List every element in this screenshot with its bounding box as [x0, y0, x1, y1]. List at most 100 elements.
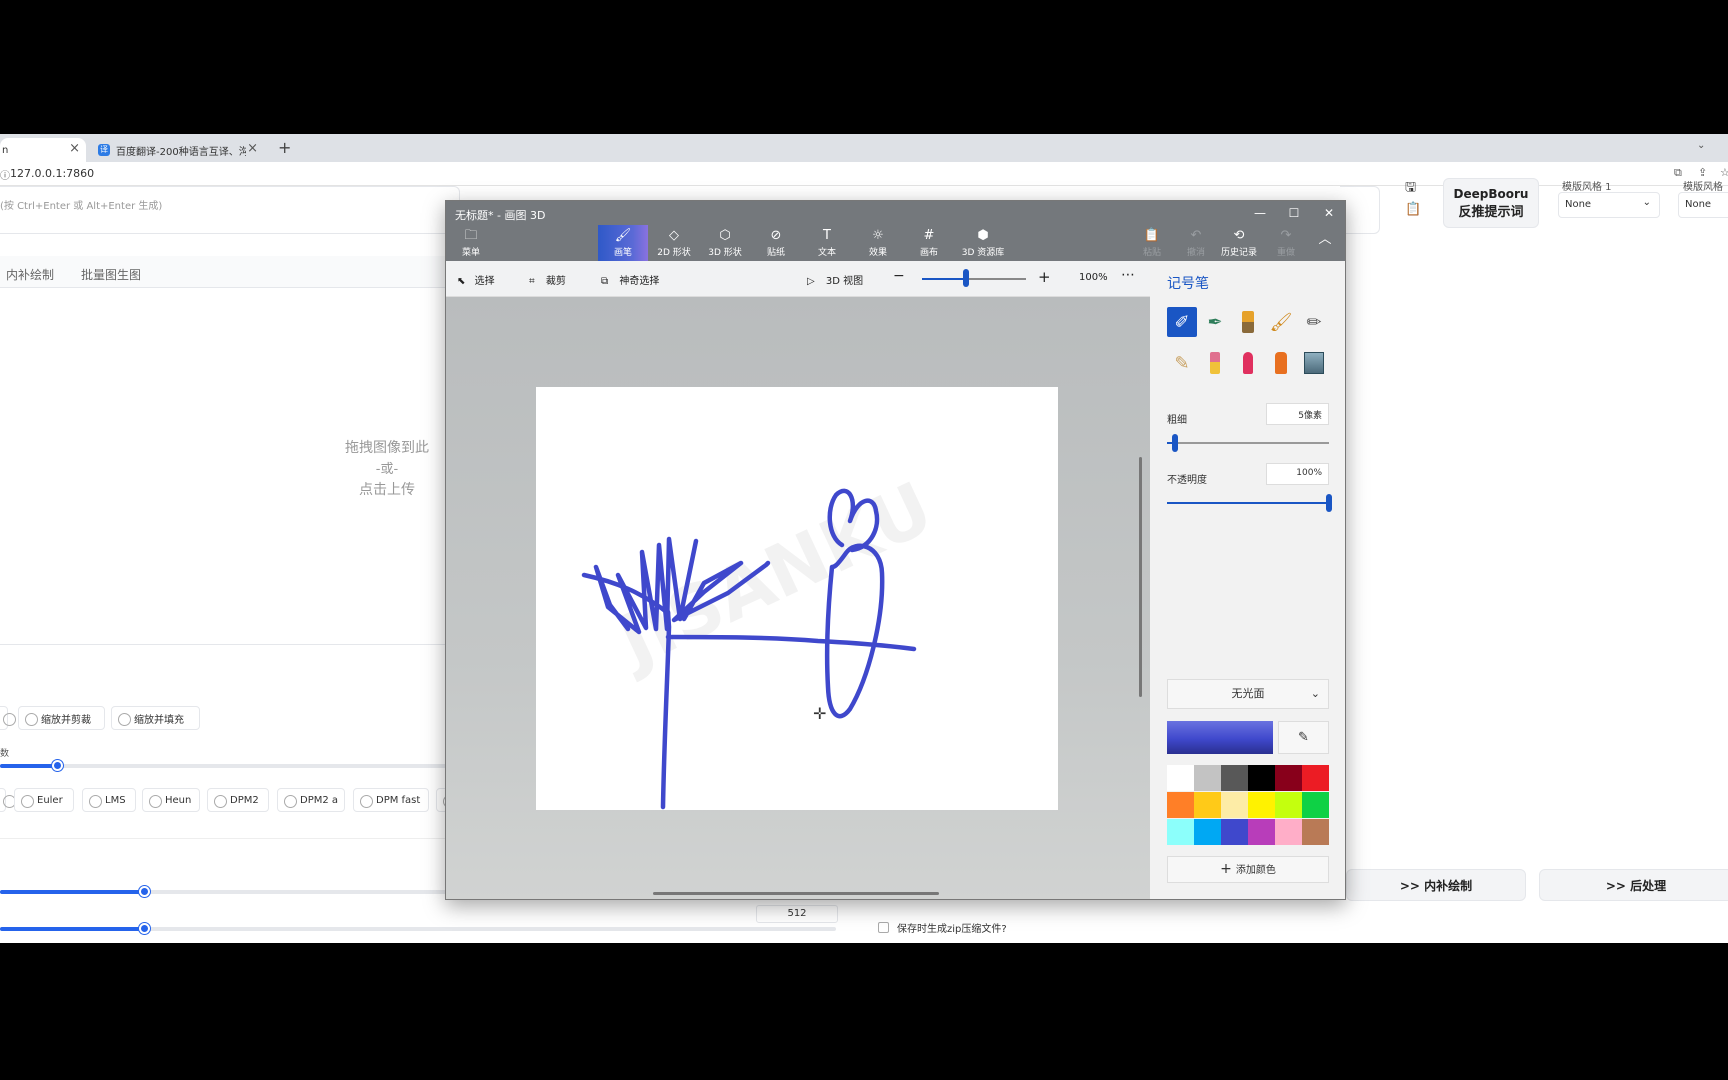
- height-value-input[interactable]: 512: [756, 905, 838, 923]
- image-upload-area[interactable]: 拖拽图像到此 -或- 点击上传: [0, 290, 460, 645]
- steps-slider-track[interactable]: [0, 764, 460, 768]
- resize-mode-crop[interactable]: 缩放并剪裁: [18, 706, 105, 730]
- marker-brush[interactable]: ✐: [1167, 307, 1197, 337]
- ribbon-tool-2d-shapes[interactable]: ◇ 2D 形状: [649, 225, 699, 261]
- color-swatch[interactable]: [1248, 765, 1275, 791]
- drawing-canvas[interactable]: JISANKU ✛: [536, 387, 1058, 810]
- ribbon-tool-3d-library[interactable]: ⬢ 3D 资源库: [955, 225, 1011, 261]
- fill-bucket-brush[interactable]: [1299, 348, 1329, 378]
- close-tab-icon[interactable]: ×: [69, 141, 80, 156]
- tab-inpaint[interactable]: 内补绘制: [6, 266, 54, 283]
- paste-button[interactable]: 📋 粘贴: [1130, 225, 1174, 261]
- maximize-icon[interactable]: ☐: [1279, 203, 1309, 223]
- close-tab-icon[interactable]: ×: [247, 141, 258, 156]
- zoom-in-icon[interactable]: +: [1038, 268, 1051, 286]
- color-swatch[interactable]: [1221, 792, 1248, 818]
- more-options-icon[interactable]: ⋯: [1121, 267, 1135, 283]
- vertical-scrollbar[interactable]: [1139, 457, 1142, 697]
- sampler-lms[interactable]: LMS: [82, 788, 136, 812]
- eraser-brush[interactable]: [1200, 348, 1230, 378]
- save-icon[interactable]: 🖫: [1405, 178, 1416, 200]
- redo-button[interactable]: ↷ 重做: [1264, 225, 1308, 261]
- sampler-dpm2[interactable]: DPM2: [207, 788, 269, 812]
- color-swatch[interactable]: [1302, 819, 1329, 845]
- steps-slider-knob[interactable]: [52, 760, 63, 771]
- thickness-slider-knob[interactable]: [1172, 434, 1178, 452]
- color-swatch[interactable]: [1275, 819, 1302, 845]
- 3d-view-toggle[interactable]: ▷ 3D 视图: [807, 272, 863, 287]
- color-swatch[interactable]: [1275, 765, 1302, 791]
- negative-prompt-input[interactable]: [1340, 186, 1380, 234]
- highlighter-brush[interactable]: [1233, 348, 1263, 378]
- undo-button[interactable]: ↶ 撤消: [1174, 225, 1218, 261]
- send-to-inpaint-button[interactable]: >> 内补绘制: [1346, 869, 1526, 901]
- horizontal-scrollbar[interactable]: [653, 892, 939, 895]
- select-tool[interactable]: ⬉ 选择: [457, 272, 495, 287]
- prompt-input[interactable]: (按 Ctrl+Enter 或 Alt+Enter 生成): [0, 186, 460, 234]
- ribbon-tool-text[interactable]: T 文本: [802, 225, 852, 261]
- thickness-input[interactable]: 5像素: [1266, 403, 1329, 425]
- style1-select[interactable]: None ⌄: [1558, 192, 1660, 218]
- eyedropper-button[interactable]: ✎: [1278, 721, 1329, 754]
- clipboard-icon[interactable]: 📋: [1405, 202, 1421, 217]
- pencil-brush[interactable]: ✏: [1299, 307, 1329, 337]
- info-icon[interactable]: ⓘ: [0, 167, 10, 182]
- crayon-brush[interactable]: ✎: [1167, 348, 1197, 378]
- ribbon-tool-effects[interactable]: ☼ 效果: [853, 225, 903, 261]
- color-swatch[interactable]: [1194, 819, 1221, 845]
- browser-tab-baidu[interactable]: 译 百度翻译-200种语言互译、沟通 ×: [92, 138, 264, 162]
- color-swatch[interactable]: [1221, 765, 1248, 791]
- add-color-button[interactable]: + 添加颜色: [1167, 856, 1329, 883]
- color-swatch[interactable]: [1167, 765, 1194, 791]
- sampler-euler[interactable]: Euler: [14, 788, 74, 812]
- color-swatch[interactable]: [1167, 792, 1194, 818]
- thickness-slider-track[interactable]: [1167, 442, 1329, 444]
- send-to-extras-button[interactable]: >> 后处理: [1539, 869, 1728, 901]
- ribbon-tool-3d-shapes[interactable]: ⬡ 3D 形状: [700, 225, 750, 261]
- sampler-dpm-fast[interactable]: DPM fast: [353, 788, 429, 812]
- color-swatch[interactable]: [1167, 819, 1194, 845]
- finish-select[interactable]: 无光面 ⌄: [1167, 679, 1329, 709]
- color-swatch[interactable]: [1194, 792, 1221, 818]
- color-swatch[interactable]: [1248, 792, 1275, 818]
- oil-brush[interactable]: [1233, 307, 1263, 337]
- minimize-icon[interactable]: —: [1245, 203, 1275, 223]
- width-slider-knob[interactable]: [139, 886, 150, 897]
- calligraphy-pen-brush[interactable]: ✒: [1200, 307, 1230, 337]
- deepbooru-button[interactable]: DeepBooru 反推提示词: [1443, 178, 1539, 228]
- resize-mode-radio[interactable]: [0, 706, 16, 730]
- watercolor-brush[interactable]: 🖌: [1266, 307, 1296, 337]
- zoom-out-icon[interactable]: −: [893, 268, 905, 284]
- resize-mode-fill[interactable]: 缩放并填充: [111, 706, 200, 730]
- sampler-heun[interactable]: Heun: [142, 788, 200, 812]
- history-button[interactable]: ⟲ 历史记录: [1213, 225, 1265, 261]
- zip-checkbox[interactable]: [878, 922, 889, 933]
- zoom-slider-knob[interactable]: [963, 269, 969, 287]
- height-slider-knob[interactable]: [139, 923, 150, 934]
- color-swatch[interactable]: [1275, 792, 1302, 818]
- current-color[interactable]: [1167, 721, 1273, 754]
- magic-select-tool[interactable]: ⧉ 神奇选择: [601, 272, 659, 287]
- opacity-input[interactable]: 100%: [1266, 463, 1329, 485]
- browser-tab-active[interactable]: n ×: [0, 138, 86, 162]
- ribbon-tool-stickers[interactable]: ⊘ 贴纸: [751, 225, 801, 261]
- tab-search-icon[interactable]: ⌄: [1697, 140, 1705, 151]
- url-text[interactable]: 127.0.0.1:7860: [10, 167, 94, 180]
- collapse-ribbon-button[interactable]: ︿: [1310, 225, 1340, 261]
- tab-batch[interactable]: 批量图生图: [81, 266, 141, 283]
- sampler-radio[interactable]: [0, 788, 16, 812]
- sampler-dpm2a[interactable]: DPM2 a: [277, 788, 345, 812]
- style2-select[interactable]: None: [1678, 192, 1728, 218]
- color-swatch[interactable]: [1221, 819, 1248, 845]
- crop-tool[interactable]: ⌗ 裁剪: [529, 272, 566, 287]
- translate-icon[interactable]: ⧉: [1674, 166, 1682, 180]
- ribbon-tool-canvas[interactable]: # 画布: [904, 225, 954, 261]
- menu-button[interactable]: 🗀 菜单: [446, 225, 496, 261]
- color-swatch[interactable]: [1194, 765, 1221, 791]
- new-tab-icon[interactable]: +: [278, 138, 291, 157]
- color-swatch[interactable]: [1302, 765, 1329, 791]
- color-swatch[interactable]: [1248, 819, 1275, 845]
- close-icon[interactable]: ✕: [1314, 203, 1344, 223]
- ribbon-tool-brush[interactable]: 🖌 画笔: [598, 225, 648, 261]
- color-swatch[interactable]: [1302, 792, 1329, 818]
